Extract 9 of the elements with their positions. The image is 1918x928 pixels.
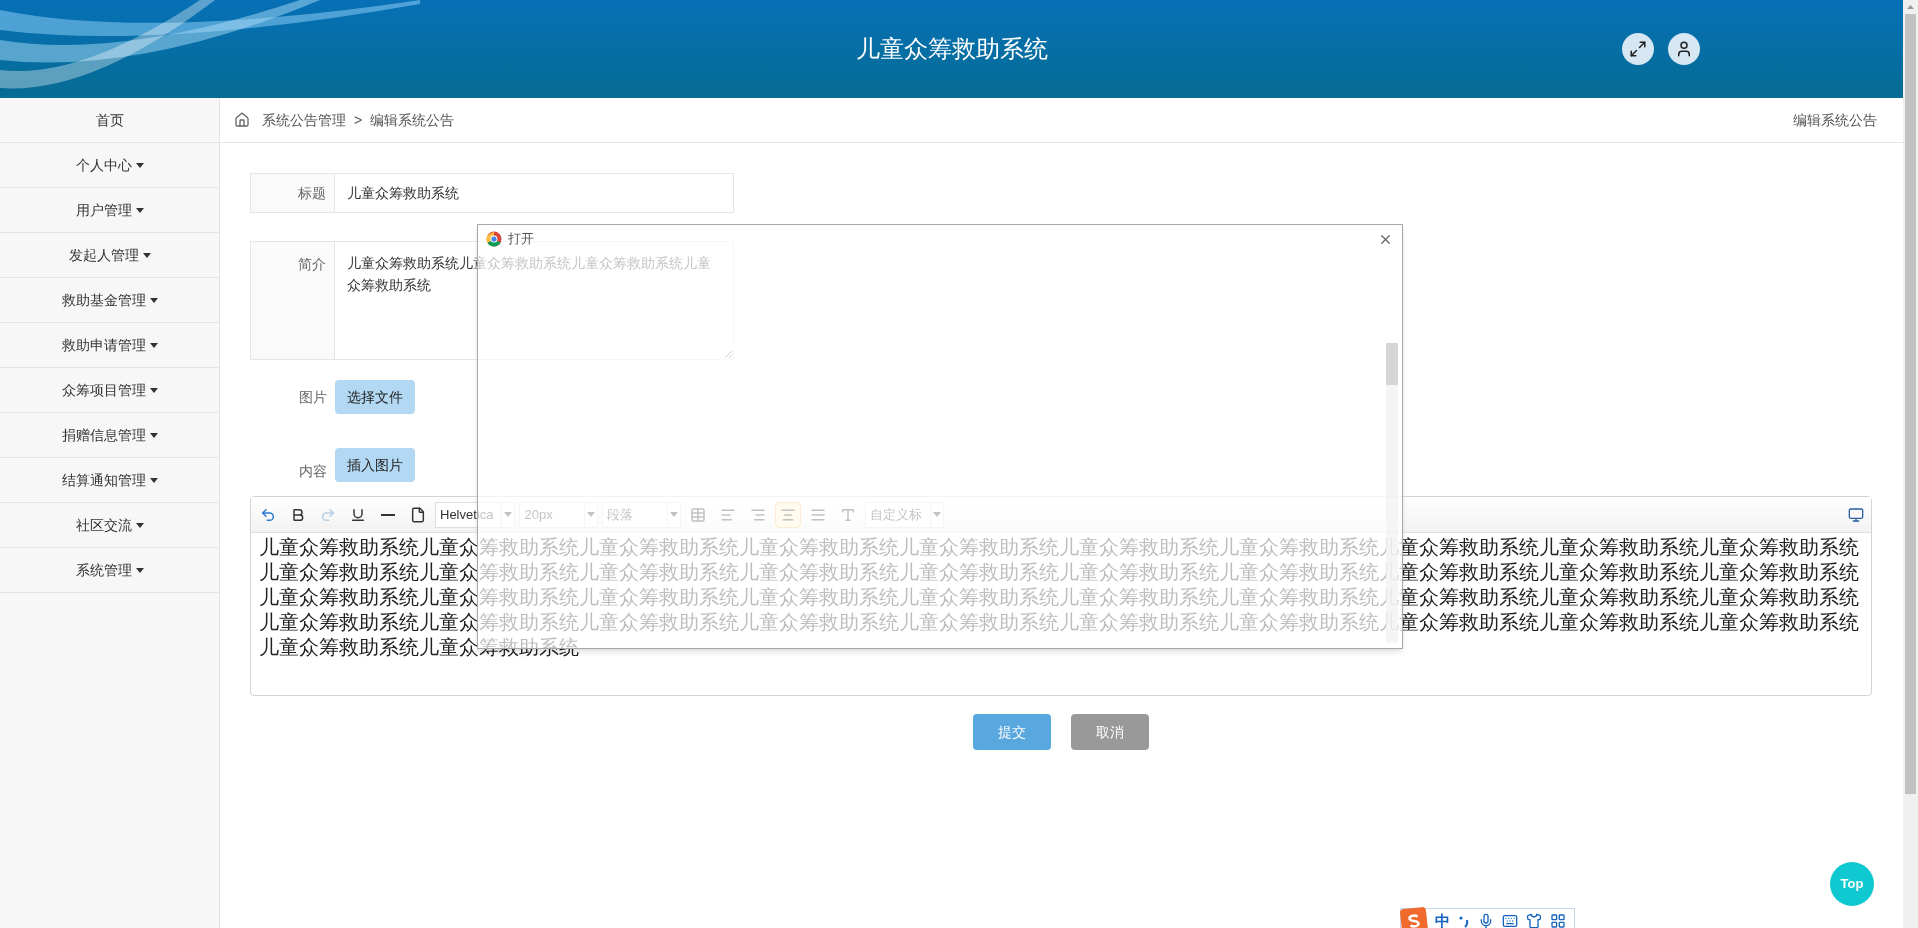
field-label: 图片	[298, 387, 328, 407]
app-title: 儿童众筹救助系统	[855, 34, 1048, 64]
field-label: 内容	[298, 462, 328, 481]
dialog-title: 打开	[508, 230, 534, 249]
field-label: 标题	[250, 173, 335, 213]
breadcrumb-separator: >	[354, 110, 363, 130]
field-label: 简介	[250, 241, 335, 360]
page-title: 编辑系统公告	[1793, 110, 1877, 130]
breadcrumb-current: 编辑系统公告	[370, 110, 455, 130]
